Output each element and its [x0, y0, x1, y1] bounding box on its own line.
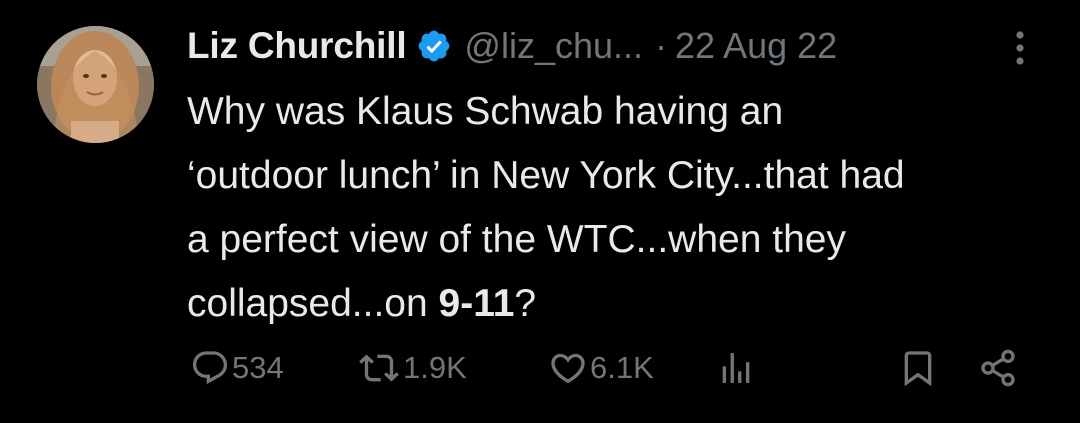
repost-count: 1.9K [403, 350, 467, 385]
tweet-text: Why was Klaus Schwab having an ‘outdoor … [187, 80, 1057, 336]
tweet-text-line: ‘outdoor lunch’ in New York City...that … [187, 154, 905, 197]
author-handle[interactable]: @liz_chu... [464, 25, 643, 67]
header-separator: · [655, 25, 668, 66]
tweet-text-line: a perfect view of the WTC...when they [187, 218, 846, 261]
like-count: 6.1K [590, 350, 654, 385]
share-icon [978, 348, 1018, 388]
views-button[interactable] [716, 345, 756, 391]
tweet-header: Liz Churchill @liz_chu... · 22 Aug 22 [187, 20, 837, 72]
tweet-text-line: Why was Klaus Schwab having an [187, 90, 784, 133]
like-icon [548, 348, 588, 388]
tweet-text-bold: 9-11 [438, 282, 515, 325]
share-button[interactable] [978, 345, 1018, 391]
like-button[interactable]: 6.1K [548, 345, 654, 391]
tweet[interactable]: Liz Churchill @liz_chu... · 22 Aug 22 Wh… [0, 0, 1080, 423]
views-icon [716, 348, 756, 388]
repost-button[interactable]: 1.9K [357, 345, 467, 391]
avatar-image [37, 26, 154, 143]
author-name[interactable]: Liz Churchill [187, 25, 407, 67]
bookmark-icon [898, 348, 938, 388]
reply-count: 534 [232, 350, 284, 385]
reply-icon [190, 348, 230, 388]
bookmark-button[interactable] [898, 345, 938, 391]
tweet-date[interactable]: 22 Aug 22 [675, 25, 837, 67]
tweet-text-line: collapsed...on 9-11? [187, 272, 1057, 336]
tweet-text-span: ? [514, 282, 537, 325]
more-options-icon[interactable] [1008, 28, 1032, 68]
avatar[interactable] [37, 26, 154, 143]
verified-badge-icon [416, 28, 452, 64]
repost-icon [357, 348, 401, 388]
tweet-text-span: collapsed...on [187, 282, 439, 325]
reply-button[interactable]: 534 [190, 345, 284, 391]
action-bar: 534 1.9K 6.1K [190, 345, 1030, 391]
